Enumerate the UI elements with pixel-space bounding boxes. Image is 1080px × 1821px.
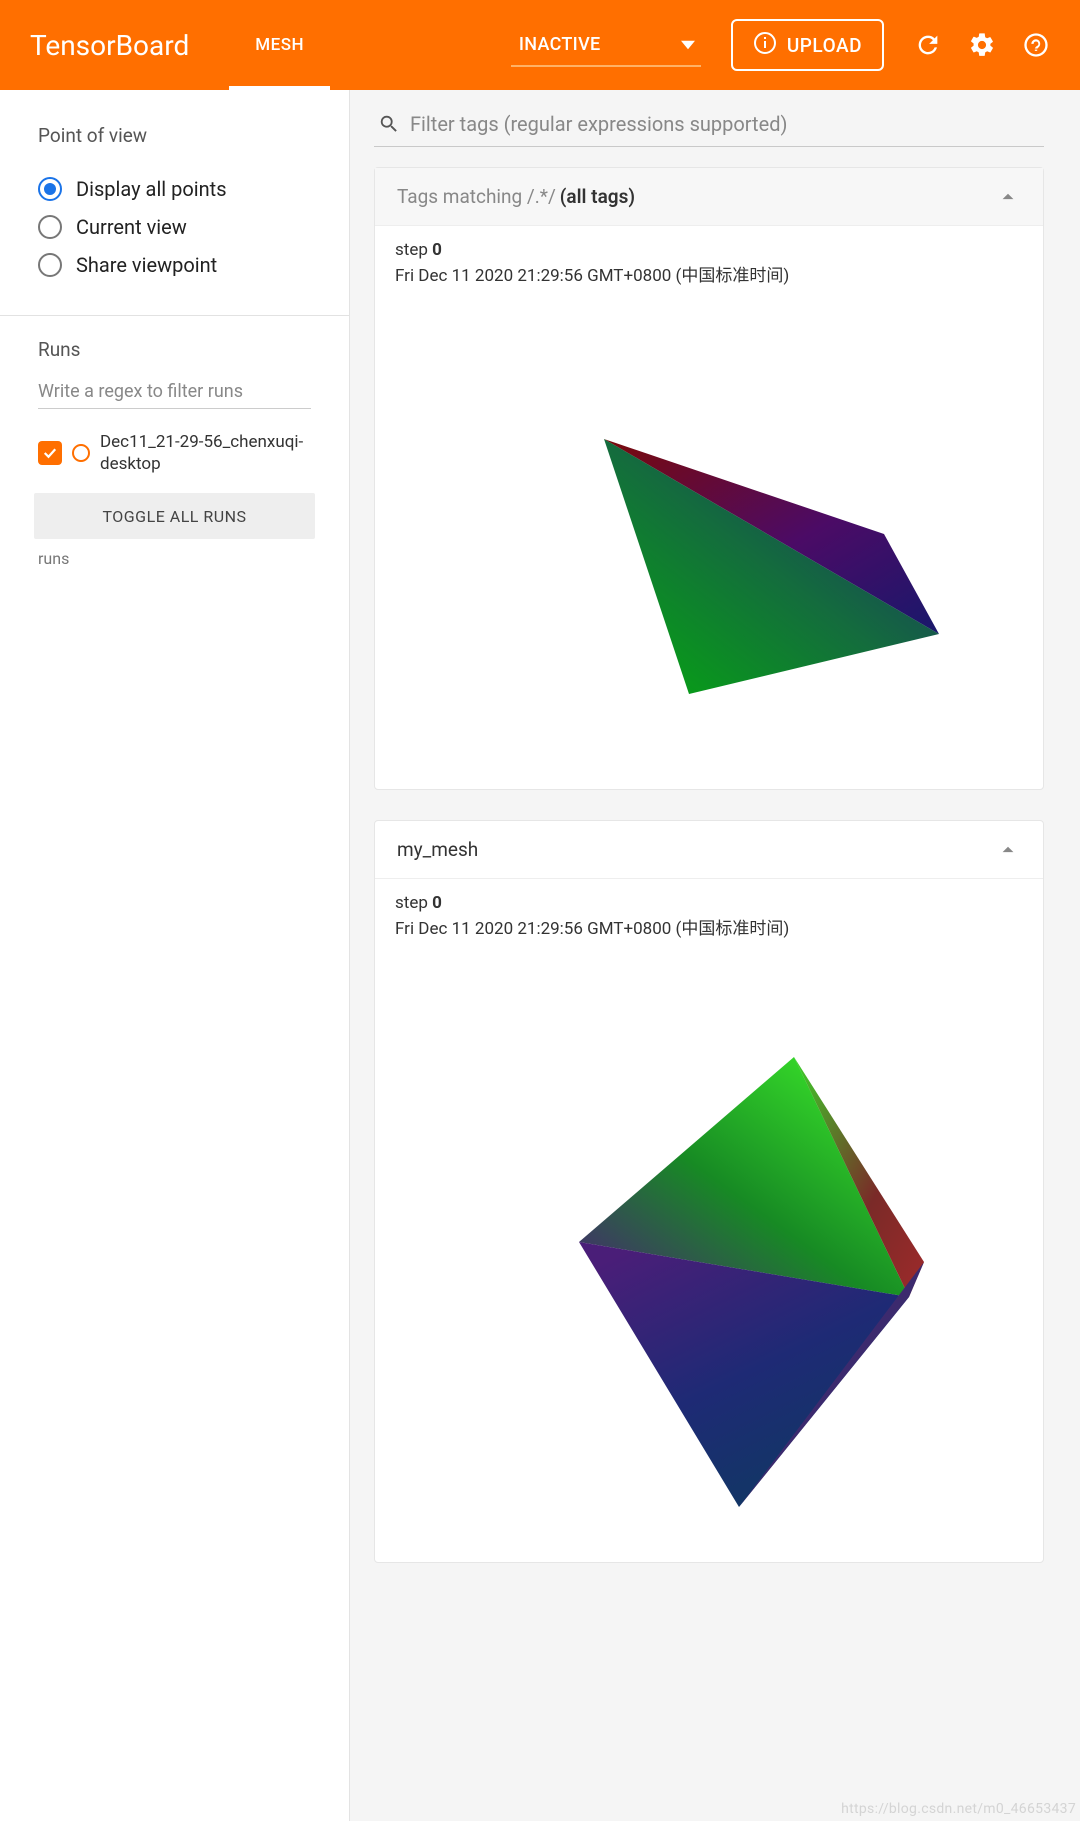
card-meta: step 0 Fri Dec 11 2020 21:29:56 GMT+0800…	[375, 226, 1043, 289]
card-header[interactable]: my_mesh	[375, 821, 1043, 879]
search-icon	[378, 113, 400, 135]
triangle-down-icon	[681, 34, 695, 55]
pov-option-current-view[interactable]: Current view	[38, 215, 311, 239]
inactive-dropdown-label: INACTIVE	[519, 34, 601, 55]
tab-mesh-label: MESH	[255, 35, 304, 55]
info-circle-icon	[753, 31, 777, 60]
step-value: 0	[432, 240, 442, 260]
runs-heading: Runs	[38, 338, 311, 361]
radio-unchecked-icon	[38, 215, 62, 239]
tabs: MESH	[229, 0, 330, 90]
sidebar: Point of view Display all points Current…	[0, 90, 350, 1821]
radio-checked-icon	[38, 177, 62, 201]
gear-icon[interactable]	[968, 31, 996, 59]
pov-option-label: Share viewpoint	[76, 253, 217, 277]
refresh-icon[interactable]	[914, 31, 942, 59]
card-title-prefix: Tags matching /.*/	[397, 185, 556, 208]
inactive-dropdown[interactable]: INACTIVE	[511, 23, 701, 67]
app-header: TensorBoard MESH INACTIVE UPLOAD	[0, 0, 1080, 90]
card-title: my_mesh	[397, 838, 478, 861]
timestamp-label: Fri Dec 11 2020 21:29:56 GMT+0800 (中国标准时…	[395, 919, 789, 939]
mesh-viewport[interactable]	[375, 942, 1043, 1562]
step-value: 0	[432, 893, 442, 913]
mesh-3d-icon	[375, 289, 1043, 789]
app-title: TensorBoard	[30, 29, 189, 62]
mesh-card-all-tags: Tags matching /.*/ (all tags) step 0 Fri…	[374, 167, 1044, 790]
chevron-up-icon	[995, 837, 1021, 863]
upload-button[interactable]: UPLOAD	[731, 19, 884, 71]
check-icon	[41, 444, 59, 462]
pov-option-label: Current view	[76, 215, 187, 239]
run-item: Dec11_21-29-56_chenxuqi-desktop	[38, 431, 311, 475]
pov-heading: Point of view	[38, 124, 311, 147]
runs-footer-label: runs	[38, 549, 311, 568]
card-header[interactable]: Tags matching /.*/ (all tags)	[375, 168, 1043, 226]
pov-option-label: Display all points	[76, 177, 227, 201]
toggle-all-runs-button[interactable]: TOGGLE ALL RUNS	[34, 493, 315, 539]
card-title-bold: (all tags)	[560, 185, 635, 208]
runs-filter-input[interactable]	[38, 375, 311, 409]
divider	[0, 315, 349, 316]
run-color-swatch-icon[interactable]	[72, 444, 90, 462]
chevron-up-icon	[995, 184, 1021, 210]
header-icons	[914, 31, 1050, 59]
step-label: step	[395, 240, 432, 260]
pov-option-share-viewpoint[interactable]: Share viewpoint	[38, 253, 311, 277]
run-checkbox[interactable]	[38, 441, 62, 465]
tag-filter-input[interactable]	[410, 112, 1040, 136]
tab-mesh[interactable]: MESH	[229, 0, 330, 90]
mesh-card-my-mesh: my_mesh step 0 Fri Dec 11 2020 21:29:56 …	[374, 820, 1044, 1563]
run-name-label: Dec11_21-29-56_chenxuqi-desktop	[100, 431, 311, 475]
card-meta: step 0 Fri Dec 11 2020 21:29:56 GMT+0800…	[375, 879, 1043, 942]
mesh-3d-icon	[375, 942, 1043, 1562]
toggle-all-runs-label: TOGGLE ALL RUNS	[102, 507, 246, 526]
pov-option-display-all[interactable]: Display all points	[38, 177, 311, 201]
timestamp-label: Fri Dec 11 2020 21:29:56 GMT+0800 (中国标准时…	[395, 266, 789, 286]
main-panel: Tags matching /.*/ (all tags) step 0 Fri…	[350, 90, 1080, 1821]
help-icon[interactable]	[1022, 31, 1050, 59]
radio-unchecked-icon	[38, 253, 62, 277]
watermark-label: https://blog.csdn.net/m0_46653437	[841, 1801, 1076, 1817]
upload-button-label: UPLOAD	[787, 34, 862, 57]
mesh-viewport[interactable]	[375, 289, 1043, 789]
step-label: step	[395, 893, 432, 913]
tag-filter-bar	[374, 106, 1044, 147]
